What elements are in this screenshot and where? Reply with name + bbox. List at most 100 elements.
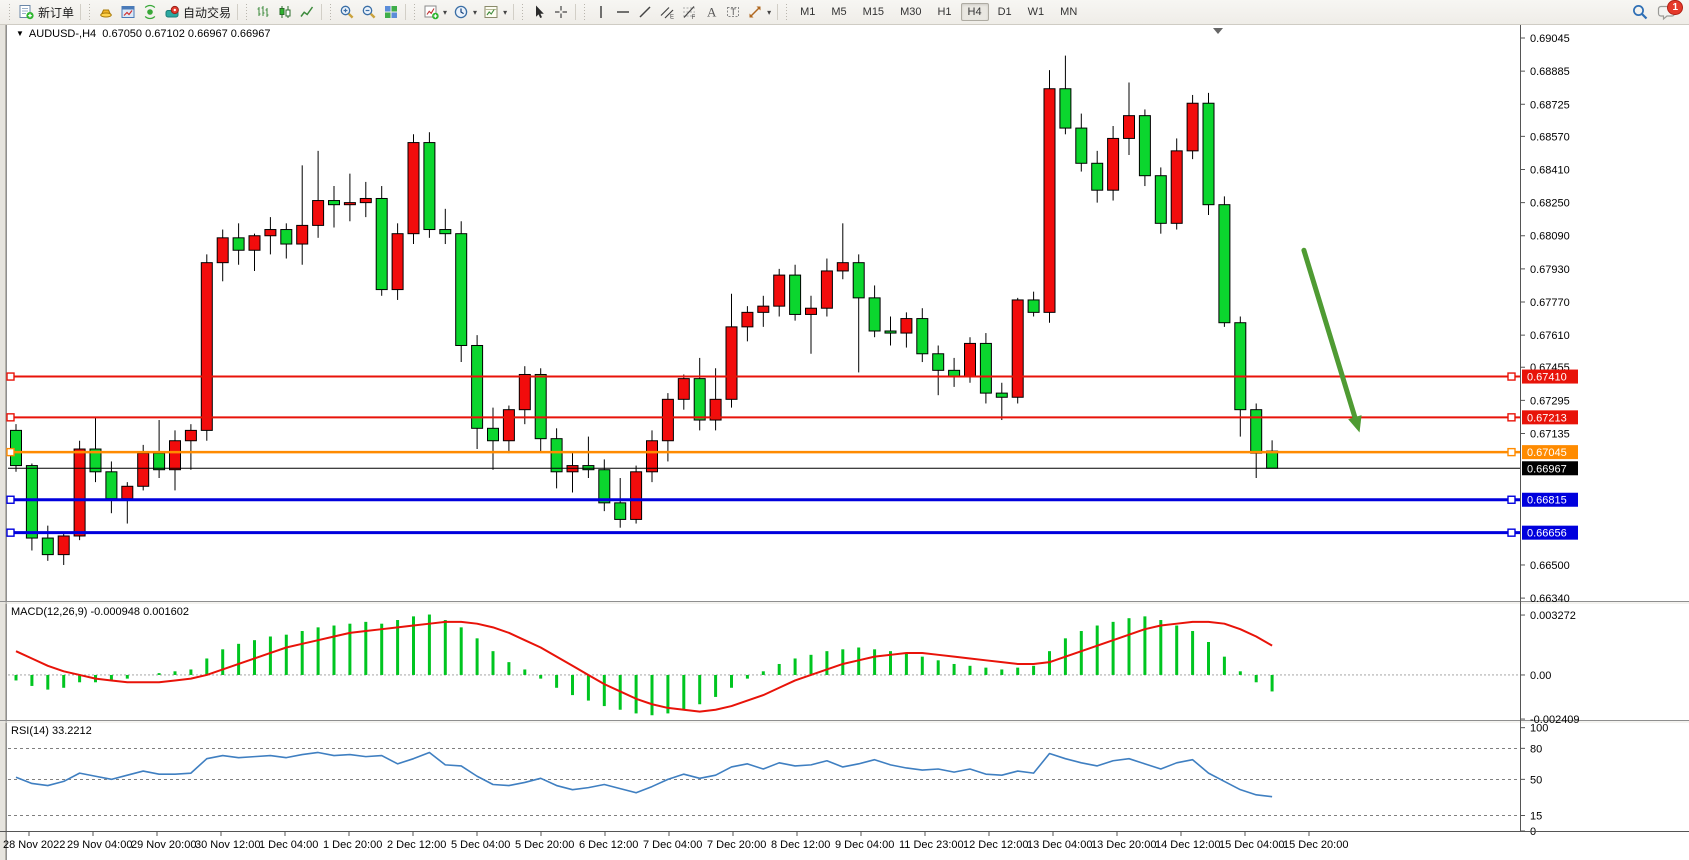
- channel-button[interactable]: E: [656, 2, 678, 22]
- timeframe-button-m1[interactable]: M1: [793, 3, 822, 21]
- candle-body: [424, 143, 435, 230]
- candle-body: [74, 449, 85, 536]
- line-right-handle[interactable]: [1508, 414, 1515, 421]
- chart-background[interactable]: [6, 25, 1689, 860]
- candle-body: [837, 263, 848, 271]
- line-right-handle[interactable]: [1508, 373, 1515, 380]
- tile-windows-button[interactable]: [380, 2, 402, 22]
- toolbar-grip[interactable]: [583, 4, 586, 20]
- autotrade-icon: [164, 4, 180, 20]
- timeframe-button-w1[interactable]: W1: [1021, 3, 1052, 21]
- line-left-handle[interactable]: [7, 529, 14, 536]
- search-button[interactable]: [1631, 3, 1649, 21]
- candle-body: [249, 236, 260, 250]
- line-right-handle[interactable]: [1508, 529, 1515, 536]
- macd-tick-label: 0.003272: [1530, 610, 1576, 622]
- candle-body: [996, 393, 1007, 397]
- text-button[interactable]: A: [700, 2, 722, 22]
- svg-text:T: T: [731, 7, 737, 17]
- line-left-handle[interactable]: [7, 449, 14, 456]
- candle-body: [1187, 103, 1198, 151]
- timeframe-button-m30[interactable]: M30: [893, 3, 928, 21]
- time-tick-label: 12 Dec 12:00: [963, 839, 1028, 851]
- line-right-handle[interactable]: [1508, 496, 1515, 503]
- price-tick-label: 0.68725: [1530, 99, 1570, 111]
- candle-body: [869, 298, 880, 331]
- candle-body: [42, 538, 53, 555]
- toolbar-grip[interactable]: [785, 4, 788, 20]
- cursor-button[interactable]: [528, 2, 550, 22]
- autotrade-button[interactable]: 自动交易: [161, 2, 234, 22]
- template-button[interactable]: ▾: [480, 2, 510, 22]
- period-clock-button[interactable]: ▾: [450, 2, 480, 22]
- candle-body: [583, 466, 594, 470]
- gold-chart-button[interactable]: [95, 2, 117, 22]
- bar-chart-button[interactable]: [252, 2, 274, 22]
- crosshair-button[interactable]: [550, 2, 572, 22]
- new-order-button[interactable]: 新订单: [15, 2, 77, 22]
- timeframe-button-m5[interactable]: M5: [824, 3, 853, 21]
- gold-chart-icon: [98, 4, 114, 20]
- toolbar-grip[interactable]: [521, 4, 524, 20]
- line-chart-button[interactable]: [296, 2, 318, 22]
- toolbar-grip[interactable]: [413, 4, 416, 20]
- vertical-line-icon: [593, 4, 609, 20]
- candle-body: [1108, 138, 1119, 190]
- chart-canvas[interactable]: 0.690450.688850.687250.685700.684100.682…: [0, 0, 1689, 860]
- chevron-down-icon[interactable]: ▾: [443, 8, 447, 17]
- line-left-handle[interactable]: [7, 496, 14, 503]
- timeframe-button-h4[interactable]: H4: [961, 3, 989, 21]
- candle-body: [694, 379, 705, 420]
- template-icon: [483, 4, 499, 20]
- horizontal-line-button[interactable]: [612, 2, 634, 22]
- crosshair-icon: [553, 4, 569, 20]
- price-tick-label: 0.67770: [1530, 297, 1570, 309]
- timeframe-button-d1[interactable]: D1: [991, 3, 1019, 21]
- price-tick-label: 0.68885: [1530, 66, 1570, 78]
- time-tick-label: 7 Dec 20:00: [707, 839, 766, 851]
- notifications-button[interactable]: 1: [1657, 4, 1677, 21]
- candlestick-button[interactable]: [274, 2, 296, 22]
- candle-body: [853, 263, 864, 298]
- fibonacci-button[interactable]: F: [678, 2, 700, 22]
- arrows-button[interactable]: ▾: [744, 2, 774, 22]
- timeframe-button-h1[interactable]: H1: [930, 3, 958, 21]
- price-tick-label: 0.67930: [1530, 264, 1570, 276]
- trendline-button[interactable]: [634, 2, 656, 22]
- chart-title-ohlc: 0.67050 0.67102 0.66967 0.66967: [102, 28, 270, 40]
- toolbar-grip[interactable]: [329, 4, 332, 20]
- time-tick-label: 11 Dec 23:00: [899, 839, 964, 851]
- bar-chart-icon: [255, 4, 271, 20]
- candle-body: [1203, 103, 1214, 204]
- new-chart-button[interactable]: ▾: [420, 2, 450, 22]
- line-left-handle[interactable]: [7, 373, 14, 380]
- channel-icon: E: [659, 4, 675, 20]
- timeframe-button-m15[interactable]: M15: [856, 3, 891, 21]
- candle-body: [1155, 176, 1166, 224]
- zoom-out-button[interactable]: [358, 2, 380, 22]
- rsi-indicator-label: RSI(14) 33.2212: [11, 725, 92, 737]
- price-badge-label: 0.67045: [1527, 447, 1567, 459]
- market-watch-button[interactable]: [117, 2, 139, 22]
- signal-button[interactable]: [139, 2, 161, 22]
- label-button[interactable]: T: [722, 2, 744, 22]
- candle-body: [678, 379, 689, 400]
- time-tick-label: 13 Dec 04:00: [1027, 839, 1092, 851]
- zoom-in-button[interactable]: [336, 2, 358, 22]
- timeframe-button-mn[interactable]: MN: [1053, 3, 1084, 21]
- toolbar-grip[interactable]: [8, 4, 11, 20]
- collapse-triangle-icon[interactable]: ▼: [16, 29, 24, 38]
- chevron-down-icon[interactable]: ▾: [767, 8, 771, 17]
- line-left-handle[interactable]: [7, 414, 14, 421]
- svg-text:F: F: [692, 15, 696, 20]
- toolbar-grip[interactable]: [88, 4, 91, 20]
- candle-body: [774, 275, 785, 306]
- chevron-down-icon[interactable]: ▾: [473, 8, 477, 17]
- price-badge-label: 0.66815: [1527, 495, 1567, 507]
- vertical-line-button[interactable]: [590, 2, 612, 22]
- chevron-down-icon[interactable]: ▾: [503, 8, 507, 17]
- candle-body: [488, 428, 499, 440]
- toolbar-grip[interactable]: [245, 4, 248, 20]
- search-icon: [1631, 3, 1649, 21]
- line-right-handle[interactable]: [1508, 449, 1515, 456]
